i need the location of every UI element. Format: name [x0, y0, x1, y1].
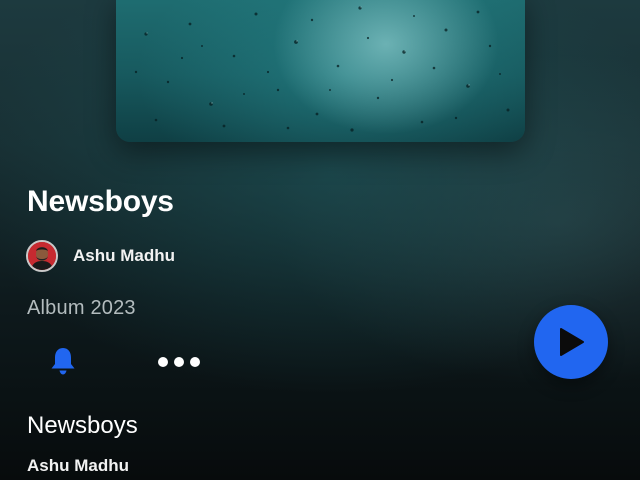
- person-avatar-icon: [28, 242, 56, 270]
- play-icon: [560, 328, 584, 356]
- more-horizontal-icon-dot: [190, 357, 200, 367]
- artist-name[interactable]: Ashu Madhu: [73, 246, 175, 266]
- track-artist: Ashu Madhu: [27, 456, 129, 475]
- artist-avatar[interactable]: [26, 240, 58, 272]
- album-cover-art: [116, 0, 525, 142]
- track-title[interactable]: Newsboys: [27, 412, 138, 440]
- artist-link[interactable]: Ashu Madhu: [26, 238, 175, 274]
- more-options-button[interactable]: [152, 348, 206, 376]
- album-title: Newsboys: [27, 185, 174, 218]
- play-button[interactable]: [534, 305, 608, 379]
- album-type-year: Album 2023: [27, 297, 136, 319]
- more-horizontal-icon: [158, 357, 168, 367]
- follow-bell-button[interactable]: [44, 342, 82, 380]
- rain-droplets-pattern: [134, 6, 510, 132]
- more-horizontal-icon-dot: [174, 357, 184, 367]
- bell-icon: [51, 348, 75, 375]
